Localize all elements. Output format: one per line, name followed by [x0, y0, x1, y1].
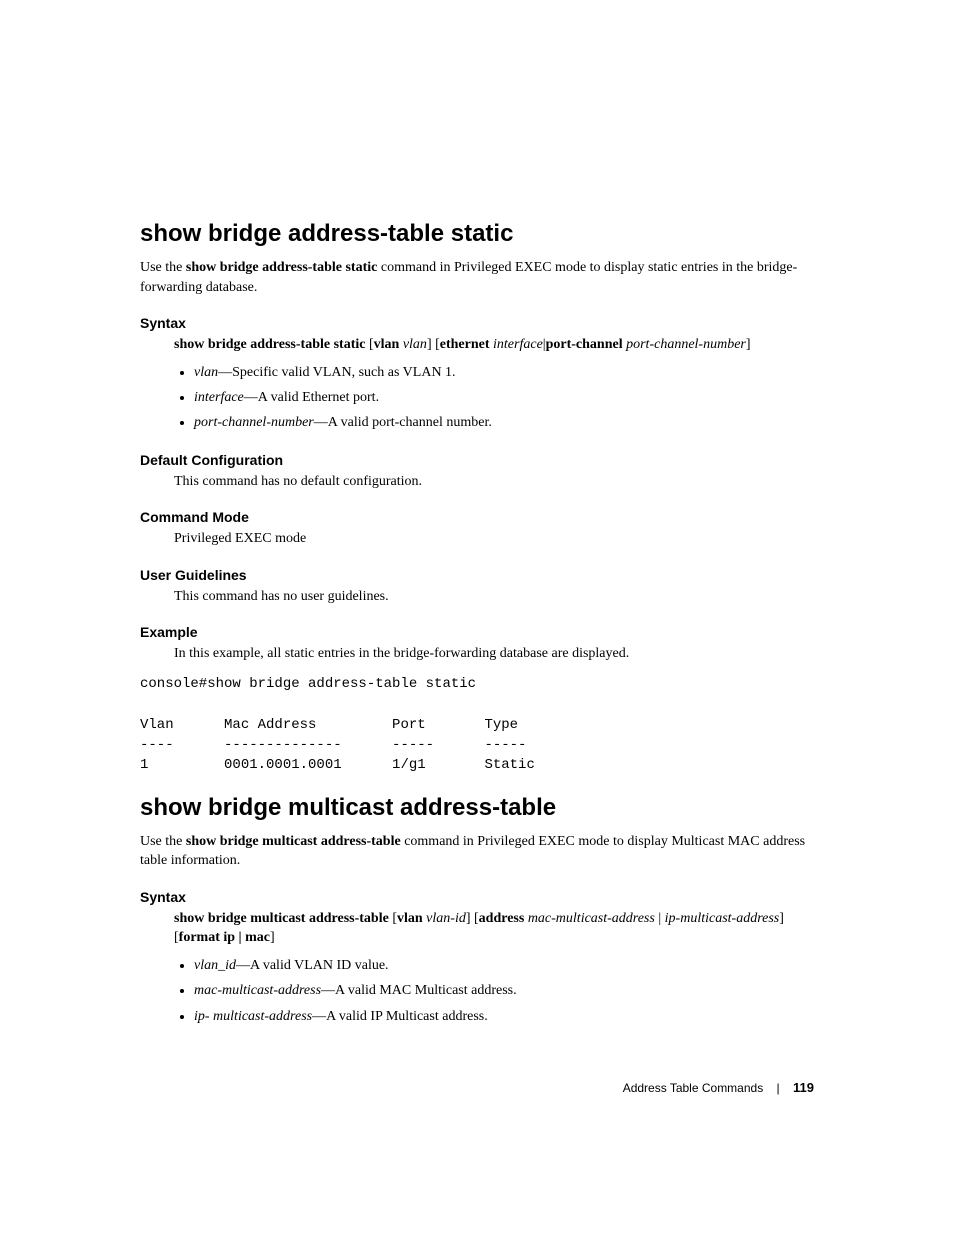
example-heading: Example — [140, 624, 814, 640]
example-code: console#show bridge address-table static… — [140, 674, 814, 775]
command-mode-text: Privileged EXEC mode — [174, 529, 814, 549]
section2-intro: Use the show bridge multicast address-ta… — [140, 832, 814, 871]
list-item: ip- multicast-address—A valid IP Multica… — [194, 1007, 814, 1027]
list-item: mac-multicast-address—A valid MAC Multic… — [194, 981, 814, 1001]
default-config-text: This command has no default configuratio… — [174, 472, 814, 492]
page-footer: Address Table Commands | 119 — [623, 1080, 814, 1095]
footer-section: Address Table Commands — [623, 1081, 764, 1095]
syntax2-bullets: vlan_id—A valid VLAN ID value. mac-multi… — [194, 956, 814, 1027]
section1-title: show bridge address-table static — [140, 220, 814, 248]
list-item: vlan—Specific valid VLAN, such as VLAN 1… — [194, 363, 814, 383]
footer-separator: | — [777, 1081, 780, 1095]
syntax-line: show bridge address-table static [vlan v… — [174, 335, 814, 355]
command-mode-heading: Command Mode — [140, 509, 814, 525]
list-item: vlan_id—A valid VLAN ID value. — [194, 956, 814, 976]
syntax-bullets: vlan—Specific valid VLAN, such as VLAN 1… — [194, 363, 814, 434]
page-number: 119 — [793, 1080, 814, 1095]
section2-title: show bridge multicast address-table — [140, 794, 814, 822]
section1-intro: Use the show bridge address-table static… — [140, 258, 814, 297]
list-item: interface—A valid Ethernet port. — [194, 388, 814, 408]
syntax-heading: Syntax — [140, 315, 814, 331]
document-page: show bridge address-table static Use the… — [0, 0, 954, 1235]
syntax2-line: show bridge multicast address-table [vla… — [174, 909, 814, 948]
default-config-heading: Default Configuration — [140, 452, 814, 468]
list-item: port-channel-number—A valid port-channel… — [194, 413, 814, 433]
syntax2-heading: Syntax — [140, 889, 814, 905]
user-guidelines-heading: User Guidelines — [140, 567, 814, 583]
user-guidelines-text: This command has no user guidelines. — [174, 587, 814, 607]
example-text: In this example, all static entries in t… — [174, 644, 814, 664]
